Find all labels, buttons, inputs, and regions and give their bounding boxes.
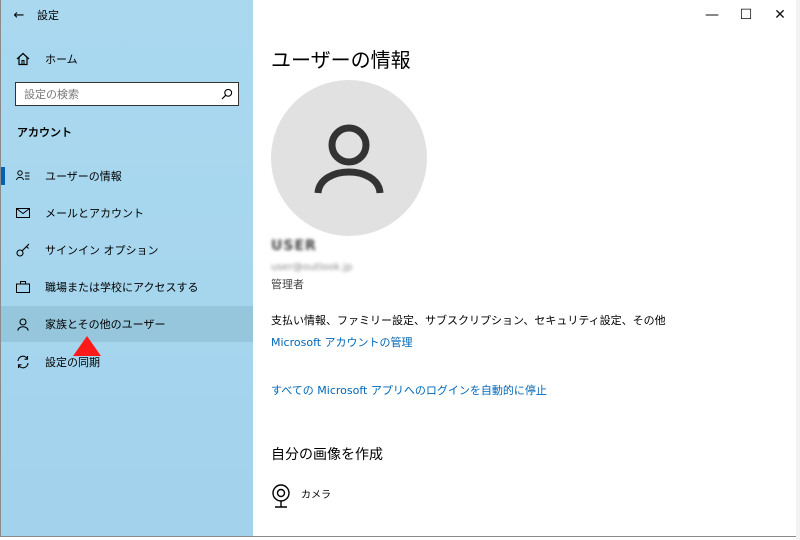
camera-icon: [271, 484, 291, 512]
avatar: [271, 80, 427, 236]
user-name: USER: [271, 238, 317, 254]
search-icon[interactable]: [216, 88, 238, 100]
sidebar-item-user-info[interactable]: ユーザーの情報: [1, 158, 253, 194]
mail-icon: [1, 208, 45, 218]
home-icon: [1, 52, 45, 66]
sidebar-item-mail-accounts[interactable]: メールとアカウント: [1, 195, 253, 231]
close-icon: ✕: [774, 7, 786, 23]
search-input[interactable]: 設定の検索: [15, 82, 239, 106]
manage-account-link[interactable]: Microsoft アカウントの管理: [271, 334, 413, 350]
user-role: 管理者: [271, 278, 304, 291]
background-edge: [796, 0, 800, 540]
user-email: user@outlook.jp: [271, 262, 353, 273]
camera-label: カメラ: [301, 490, 331, 501]
sidebar-item-label: 職場または学校にアクセスする: [45, 281, 199, 294]
sidebar-item-family-other-users[interactable]: 家族とその他のユーザー: [1, 306, 253, 342]
sidebar-item-work-school[interactable]: 職場または学校にアクセスする: [1, 269, 253, 305]
search-placeholder: 設定の検索: [24, 88, 79, 101]
red-pointer-arrow: [73, 336, 101, 356]
sidebar-item-sync-settings[interactable]: 設定の同期: [1, 344, 253, 380]
user-info-icon: [1, 170, 45, 182]
briefcase-icon: [1, 281, 45, 293]
title-bar: ← 設定: [1, 0, 253, 30]
home-label: ホーム: [45, 53, 78, 66]
window-controls: — ☐ ✕: [695, 0, 797, 30]
back-arrow-icon: ←: [13, 7, 25, 23]
user-avatar-icon: [314, 124, 384, 194]
create-picture-title: 自分の画像を作成: [271, 447, 383, 463]
minimize-icon: —: [705, 7, 719, 23]
section-title: アカウント: [17, 126, 72, 139]
sidebar-item-label: メールとアカウント: [45, 207, 144, 220]
sync-icon: [1, 355, 45, 369]
minimize-button[interactable]: —: [695, 0, 729, 30]
maximize-icon: ☐: [739, 7, 753, 23]
key-icon: [1, 243, 45, 257]
close-button[interactable]: ✕: [763, 0, 797, 30]
home-nav-item[interactable]: ホーム: [1, 45, 253, 73]
app-title: 設定: [37, 9, 59, 22]
maximize-button[interactable]: ☐: [729, 0, 763, 30]
sidebar-item-sign-in-options[interactable]: サインイン オプション: [1, 232, 253, 268]
sidebar-item-label: ユーザーの情報: [45, 170, 122, 183]
person-icon: [1, 317, 45, 331]
sidebar-item-label: 家族とその他のユーザー: [45, 318, 166, 331]
stop-auto-login-link[interactable]: すべての Microsoft アプリへのログインを自動的に停止: [271, 382, 547, 398]
page-title: ユーザーの情報: [271, 48, 411, 72]
sidebar-item-label: サインイン オプション: [45, 244, 159, 257]
settings-window: ← 設定 ホーム 設定の検索 アカウント ユーザーの情報 メールとアカウント サ…: [0, 0, 798, 537]
back-button[interactable]: ←: [1, 0, 37, 30]
camera-option[interactable]: カメラ: [271, 484, 331, 512]
sidebar: ← 設定 ホーム 設定の検索 アカウント ユーザーの情報 メールとアカウント サ…: [1, 0, 253, 536]
main-content: — ☐ ✕ ユーザーの情報 USER user@outlook.jp 管理者 支…: [253, 0, 797, 536]
sidebar-item-label: 設定の同期: [45, 356, 100, 369]
account-info-text: 支払い情報、ファミリー設定、サブスクリプション、セキュリティ設定、その他: [271, 314, 666, 327]
